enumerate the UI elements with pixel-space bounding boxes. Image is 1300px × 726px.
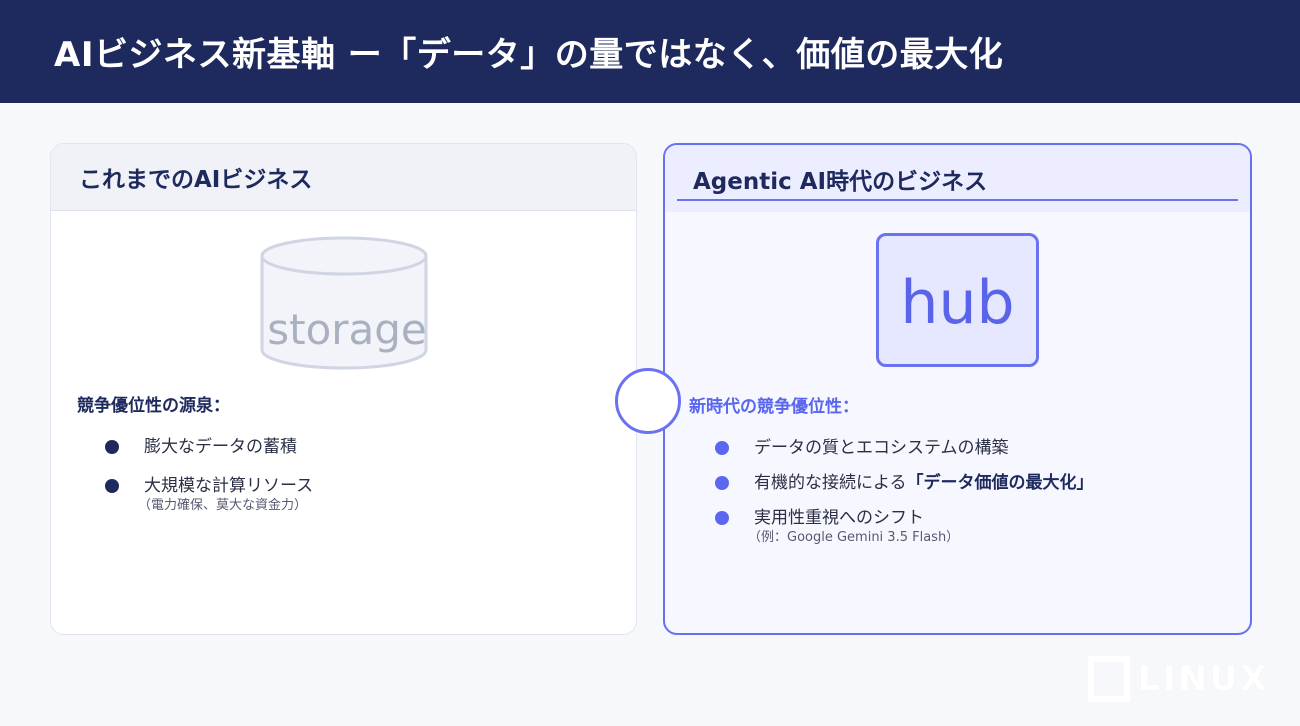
list-item-subtext: （例：Google Gemini 3.5 Flash） — [748, 530, 960, 545]
list-item-text: 膨大なデータの蓄積 — [144, 437, 297, 457]
section-title: 競争優位性の源泉： — [77, 396, 230, 416]
hub-icon-label: hub — [900, 268, 1015, 338]
list-item-text: 有機的な接続による「データ価値の最大化」 — [754, 471, 1094, 495]
list-item-text-prefix: 有機的な接続による — [754, 473, 907, 493]
hub-icon: hub — [876, 233, 1039, 367]
section-title: 新時代の競争優位性： — [689, 397, 859, 417]
list-item: 実用性重視へのシフト （例：Google Gemini 3.5 Flash） — [715, 506, 959, 546]
list-item: 有機的な接続による「データ価値の最大化」 — [715, 471, 1094, 495]
bullet-icon — [715, 511, 729, 525]
bullet-icon — [715, 476, 729, 490]
list-item: 膨大なデータの蓄積 — [105, 435, 297, 459]
list-item-subtext: （電力確保、莫大な資金力） — [138, 498, 308, 513]
legacy-ai-business-card: これまでのAIビジネス storage 競争優位性の源泉： 膨大なデータの蓄積 … — [50, 143, 637, 635]
card-title: Agentic AI時代のビジネス — [693, 168, 988, 195]
storage-icon: storage — [259, 232, 429, 372]
connector-circle — [615, 368, 681, 434]
bullet-icon — [105, 479, 119, 493]
list-item-text-emphasis: 「データ価値の最大化」 — [906, 473, 1094, 493]
card-title: これまでのAIビジネス — [79, 167, 313, 193]
card-header: これまでのAIビジネス — [51, 144, 636, 211]
linux-logo: LINUX — [1088, 656, 1270, 702]
bullet-icon — [715, 441, 729, 455]
list-item-text: 大規模な計算リソース — [144, 476, 314, 496]
list-item-text: データの質とエコシステムの構築 — [754, 438, 1009, 458]
list-item: データの質とエコシステムの構築 — [715, 436, 1009, 460]
header-divider — [677, 199, 1238, 201]
list-item-text: 実用性重視へのシフト — [754, 508, 924, 528]
bullet-icon — [105, 440, 119, 454]
card-header: Agentic AI時代のビジネス — [665, 145, 1250, 212]
slide-header: AIビジネス新基軸 ー「データ」の量ではなく、価値の最大化 — [0, 0, 1300, 103]
storage-icon-label: storage — [267, 305, 427, 354]
list-item: 大規模な計算リソース （電力確保、莫大な資金力） — [105, 474, 313, 514]
agentic-ai-business-card: Agentic AI時代のビジネス hub 新時代の競争優位性： データの質とエ… — [663, 143, 1252, 635]
logo-mark-icon — [1088, 656, 1130, 702]
logo-text: LINUX — [1138, 659, 1270, 699]
slide-title: AIビジネス新基軸 ー「データ」の量ではなく、価値の最大化 — [54, 35, 1004, 75]
